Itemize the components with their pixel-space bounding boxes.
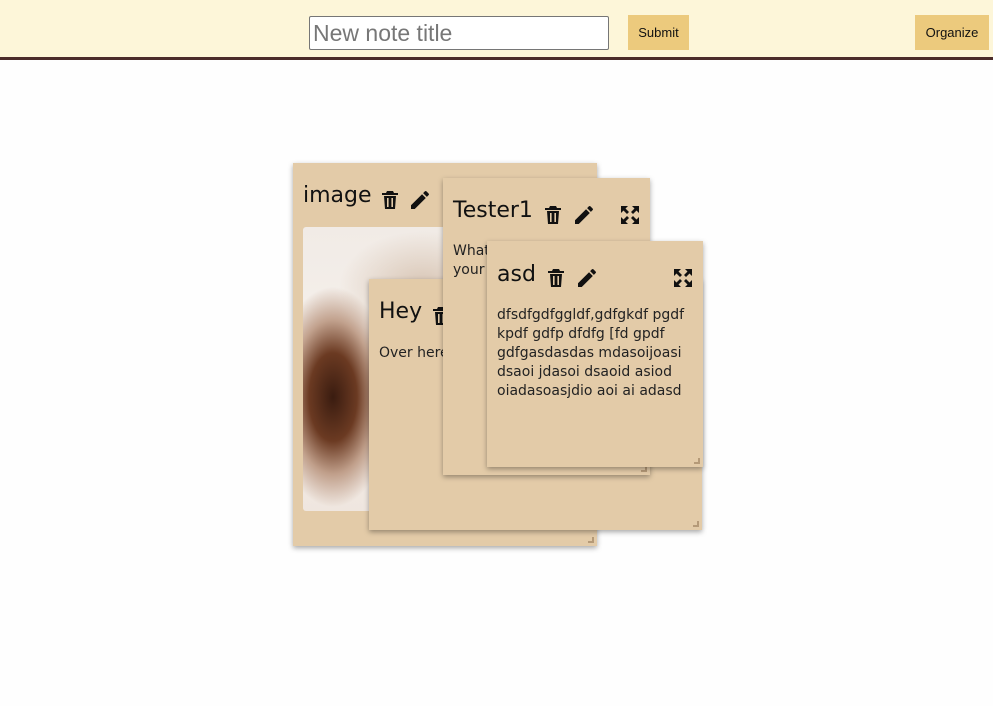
trash-icon[interactable] [544,266,568,290]
note-body: dfsdfgdfggldf,gdfgkdf pgdf kpdf gdfp dfd… [497,307,685,399]
pencil-icon[interactable] [408,188,432,212]
expand-icon[interactable] [671,266,695,290]
resize-handle[interactable] [694,458,700,464]
pencil-icon[interactable] [572,203,596,227]
resize-handle[interactable] [693,521,699,527]
note-title-input[interactable] [309,16,609,50]
submit-button[interactable]: Submit [628,15,689,50]
trash-icon[interactable] [378,188,402,212]
resize-handle[interactable] [588,537,594,543]
expand-icon[interactable] [618,203,642,227]
top-bar: Submit Organize [0,0,993,60]
pencil-icon[interactable] [575,266,599,290]
note-title: asd [497,262,536,287]
organize-button[interactable]: Organize [915,15,989,50]
trash-icon[interactable] [541,203,565,227]
note-card-asd[interactable]: asd dfsdfgdfggldf,gdfgkdf pgdf kpdf gdfp… [487,241,703,467]
note-title: Tester1 [453,198,533,223]
note-title: image [303,183,372,208]
note-title: Hey [379,299,423,324]
